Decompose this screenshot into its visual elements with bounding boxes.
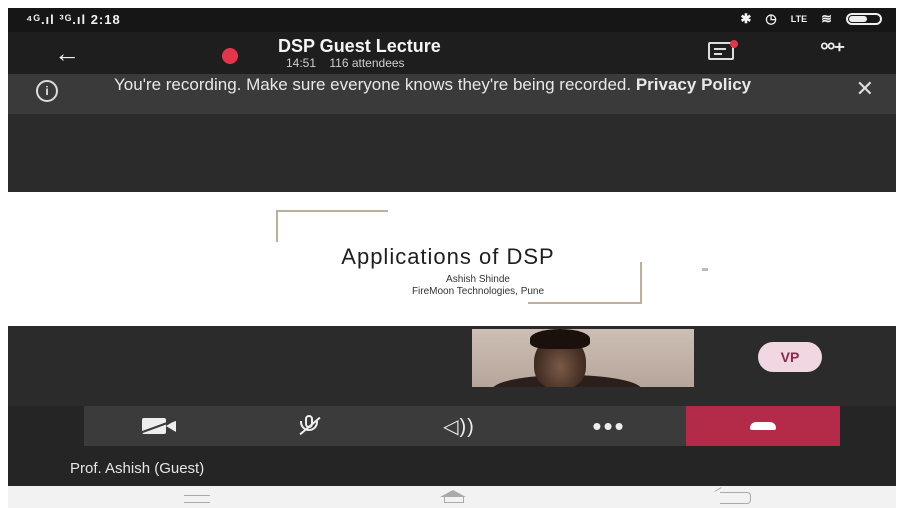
home-icon[interactable] xyxy=(440,490,466,503)
wifi-icon: ≋ xyxy=(821,11,832,26)
content-top-area xyxy=(8,114,896,192)
speaker-button[interactable]: ◁)) xyxy=(384,406,534,446)
shared-slide: Applications of DSP Ashish Shinde FireMo… xyxy=(8,192,896,326)
status-bar-icons: ✱ ◷ LTE ≋ xyxy=(740,11,882,27)
more-options-button[interactable]: ••• xyxy=(534,406,684,446)
more-dots-icon: ••• xyxy=(592,411,626,441)
android-nav-bar xyxy=(8,486,896,508)
hang-up-button[interactable] xyxy=(686,406,840,446)
back-arrow-icon[interactable]: ← xyxy=(54,38,80,69)
meeting-title: DSP Guest Lecture xyxy=(278,36,441,56)
info-icon: i xyxy=(36,80,58,102)
menu-icon[interactable] xyxy=(184,495,210,503)
video-toggle-button[interactable] xyxy=(84,406,234,446)
volte-icon: LTE xyxy=(790,14,808,24)
chat-notification-dot xyxy=(730,40,738,48)
close-icon[interactable]: ✕ xyxy=(856,76,874,102)
recording-banner: i You're recording. Make sure everyone k… xyxy=(8,74,896,114)
back-icon[interactable] xyxy=(720,492,751,504)
slide-company: FireMoon Technologies, Pune xyxy=(411,286,545,297)
hang-up-icon xyxy=(750,422,776,430)
bluetooth-icon: ✱ xyxy=(740,11,752,26)
attendee-count: 116 attendees xyxy=(329,56,405,70)
slide-frame-top-left xyxy=(276,210,388,242)
status-bar-left: ⁴ᴳ.ıl ³ᴳ.ıl 2:18 xyxy=(26,12,121,27)
battery-icon xyxy=(846,13,882,25)
recording-dot-icon xyxy=(222,48,238,64)
recording-banner-text: You're recording. Make sure everyone kno… xyxy=(114,76,754,94)
add-people-icon[interactable]: °°⁺ xyxy=(820,38,845,64)
call-controls: ◁)) ••• xyxy=(84,406,840,446)
slide-author: Ashish Shinde xyxy=(446,274,510,285)
alarm-icon: ◷ xyxy=(765,11,777,26)
participant-video[interactable] xyxy=(472,329,694,387)
mic-off-icon xyxy=(299,415,321,437)
privacy-policy-link[interactable]: Privacy Policy xyxy=(636,75,751,94)
participant-name-label: Prof. Ashish (Guest) xyxy=(70,460,205,477)
video-off-icon xyxy=(140,418,178,434)
speaker-icon: ◁)) xyxy=(443,415,475,438)
mute-toggle-button[interactable] xyxy=(234,406,384,446)
recording-banner-message: You're recording. Make sure everyone kno… xyxy=(114,75,632,94)
slide-mark xyxy=(702,268,708,271)
phone-screen: ⁴ᴳ.ıl ³ᴳ.ıl 2:18 ✱ ◷ LTE ≋ ← DSP Guest L… xyxy=(8,8,896,508)
status-bar: ⁴ᴳ.ıl ³ᴳ.ıl 2:18 ✱ ◷ LTE ≋ xyxy=(8,8,896,32)
meeting-header: ← DSP Guest Lecture 14:51 116 attendees … xyxy=(8,32,896,74)
video-person-hair xyxy=(530,329,590,349)
meeting-subtitle: 14:51 116 attendees xyxy=(286,56,415,70)
avatar[interactable]: VP xyxy=(758,342,822,372)
meeting-duration: 14:51 xyxy=(286,56,317,70)
slide-title: Applications of DSP xyxy=(341,244,555,269)
